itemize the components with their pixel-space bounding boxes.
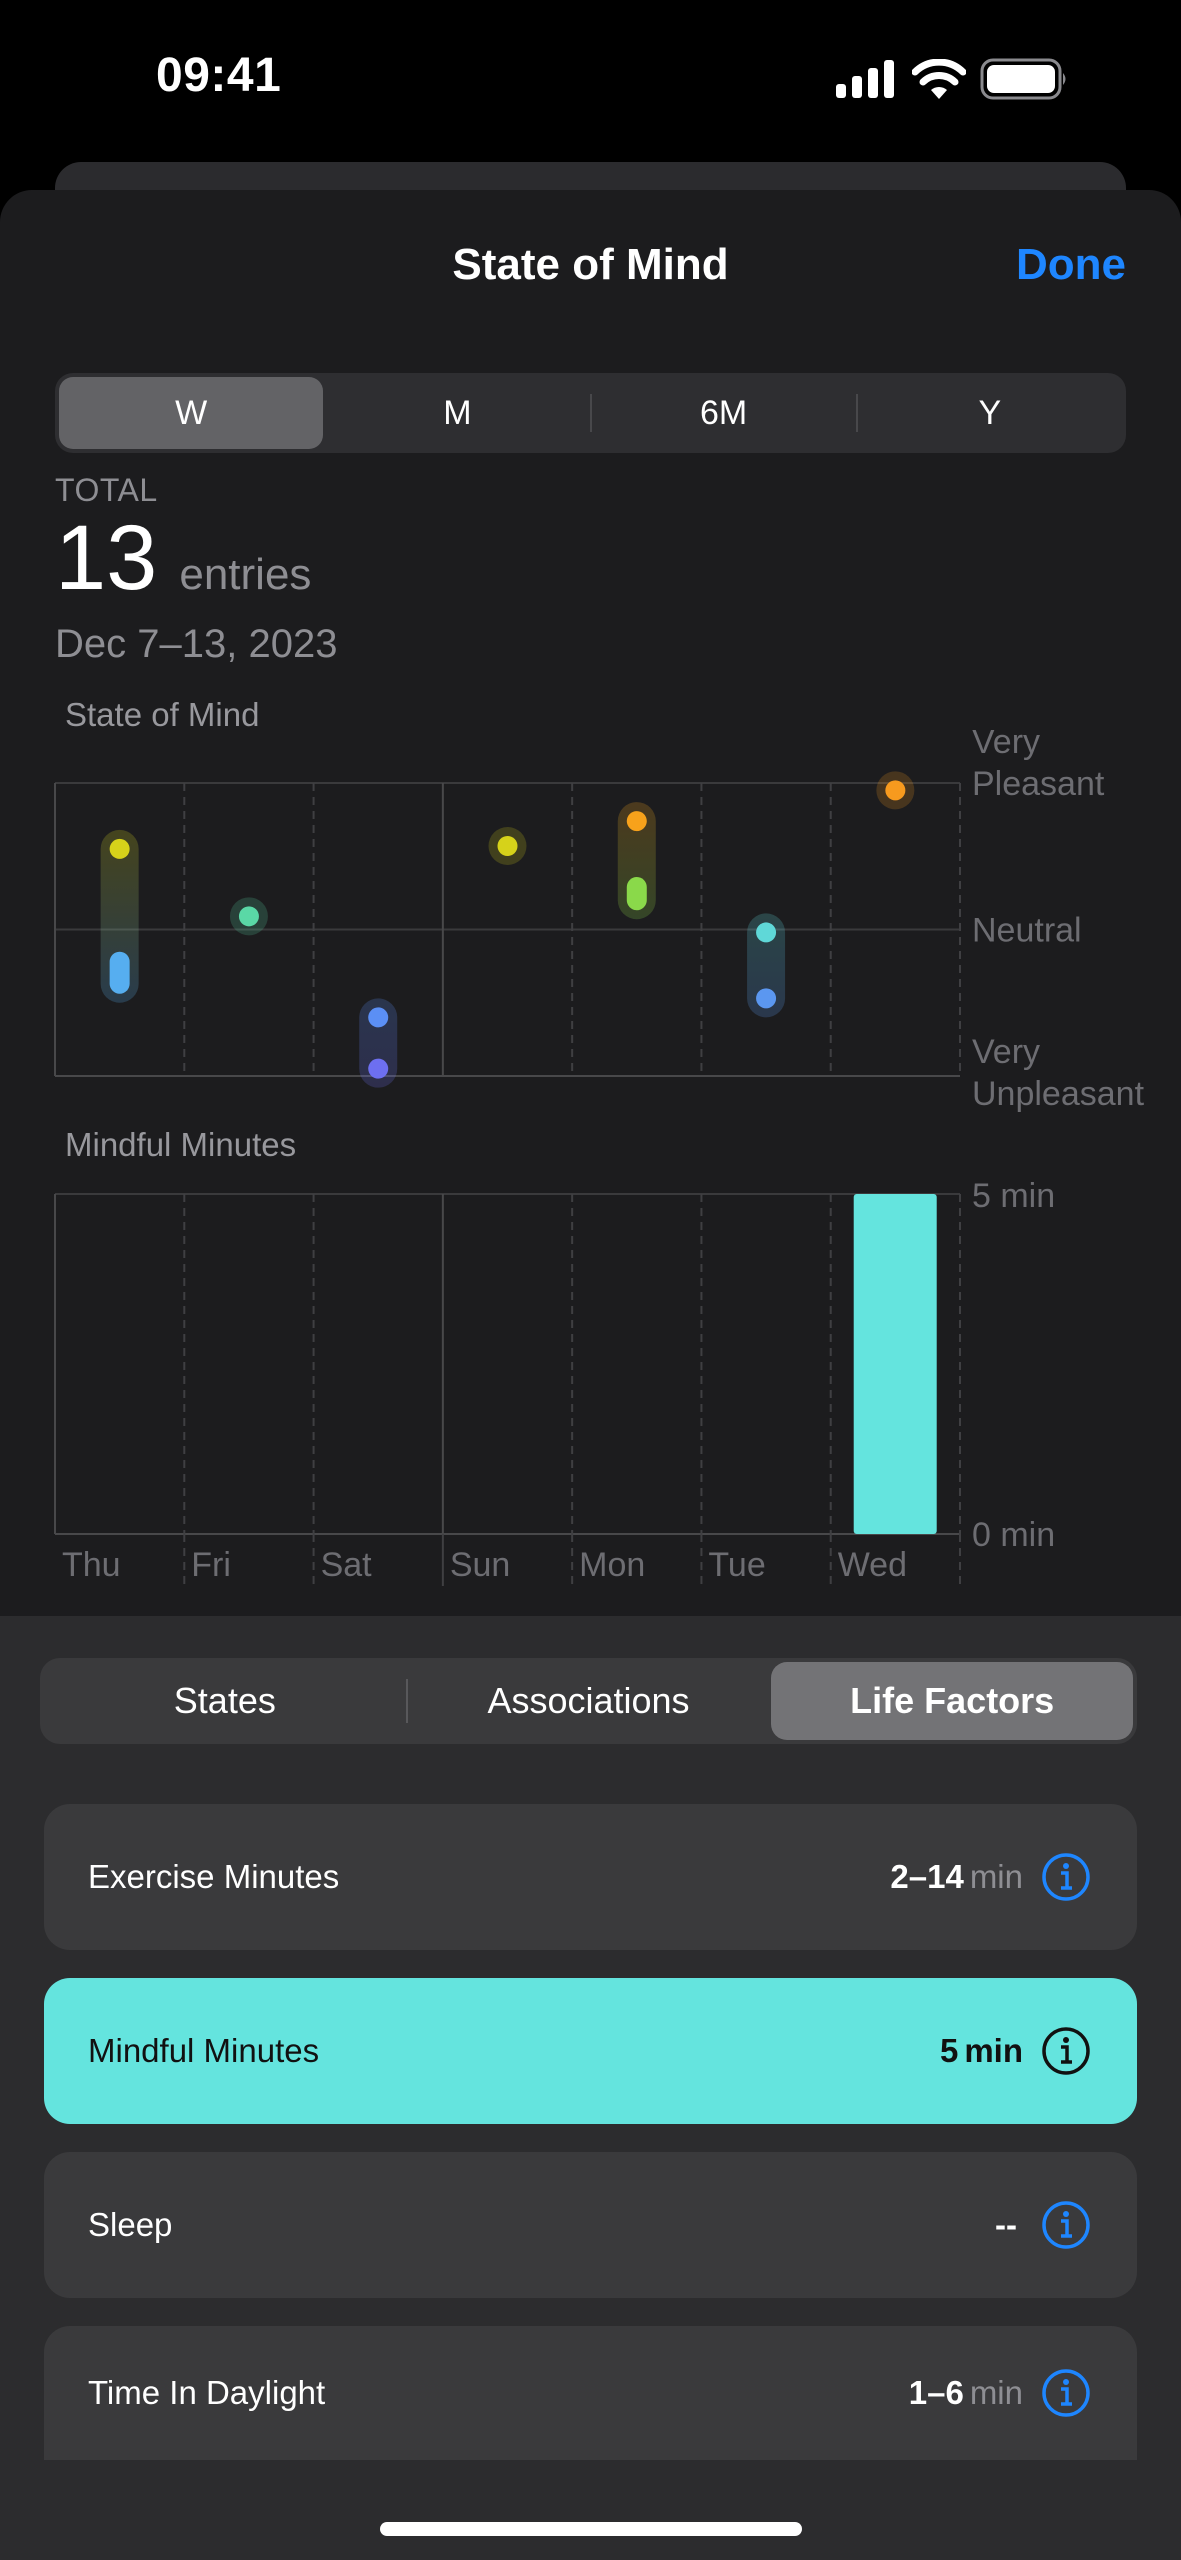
y-label-very-pleasant: Very Pleasant [972, 730, 1105, 803]
info-icon[interactable] [1041, 1852, 1091, 1902]
state-entry-dot [109, 838, 130, 859]
home-indicator[interactable] [380, 2522, 802, 2536]
value-unit: min [969, 2374, 1023, 2411]
x-tick-label: Fri [191, 1546, 231, 1584]
value-number: 2–14 [890, 1858, 964, 1895]
life-factor-sleep[interactable]: Sleep -- [44, 2152, 1137, 2298]
detail-segmented-control: States Associations Life Factors [40, 1658, 1137, 1744]
state-entry-dot [368, 1058, 389, 1079]
state-entry-dot [368, 1007, 389, 1028]
value-number: -- [995, 2206, 1017, 2243]
y-label-very-unpleasant: Very Unpleasant [972, 1033, 1145, 1113]
y-tick-label-min: 0 min [972, 1516, 1055, 1554]
range-tab-6-months[interactable]: 6M [592, 377, 856, 449]
x-tick-label: Tue [708, 1546, 765, 1584]
done-button[interactable]: Done [1016, 240, 1126, 290]
life-factor-exercise-minutes[interactable]: Exercise Minutes 2–14 min [44, 1804, 1137, 1950]
y-label-neutral: Neutral [972, 912, 1082, 950]
state-of-mind-sheet: State of Mind Done W M 6M Y TOTAL 13 ent… [0, 190, 1181, 2560]
tab-states[interactable]: States [44, 1662, 406, 1740]
status-bar: 09:41 [0, 0, 1181, 150]
range-tab-month[interactable]: M [325, 377, 589, 449]
cellular-signal-icon [836, 60, 894, 98]
x-tick-label: Sat [321, 1546, 373, 1584]
life-factor-value: -- [995, 2206, 1023, 2244]
x-tick-label: Sun [450, 1546, 511, 1584]
value-unit: min [969, 1858, 1023, 1895]
wifi-icon [912, 59, 966, 99]
life-factor-time-in-daylight[interactable]: Time In Daylight 1–6 min [44, 2326, 1137, 2460]
total-label: TOTAL [55, 472, 158, 508]
total-count: 13 [55, 507, 158, 609]
y-tick-label-max: 5 min [972, 1177, 1055, 1215]
status-time: 09:41 [156, 49, 282, 102]
info-icon[interactable] [1041, 2200, 1091, 2250]
total-summary: 13 entries [55, 512, 311, 604]
life-factor-value: 1–6 min [909, 2374, 1023, 2412]
life-factor-name: Mindful Minutes [88, 2032, 320, 2069]
life-factor-value: 5 min [940, 2032, 1023, 2070]
state-entry-dot [626, 811, 647, 832]
mindful-minutes-bar [853, 1194, 937, 1534]
status-icons [836, 58, 1068, 100]
state-entry-mark [109, 951, 130, 994]
x-tick-label: Wed [838, 1546, 907, 1584]
state-entry-dot [238, 906, 259, 927]
range-tab-year[interactable]: Y [858, 377, 1122, 449]
tab-life-factors[interactable]: Life Factors [771, 1662, 1134, 1740]
date-range: Dec 7–13, 2023 [55, 622, 338, 666]
mindful-minutes-chart-title: Mindful Minutes [65, 1126, 297, 1163]
life-factor-name: Exercise Minutes [88, 1858, 340, 1895]
value-number: 1–6 [908, 2374, 964, 2411]
tab-associations[interactable]: Associations [408, 1662, 770, 1740]
life-factor-value: 2–14 min [890, 1858, 1023, 1896]
state-entry-dot [497, 835, 518, 856]
sheet-title: State of Mind [452, 240, 729, 289]
life-factor-name: Sleep [88, 2206, 173, 2243]
state-entry-mark [626, 877, 647, 911]
time-range-segmented-control: W M 6M Y [55, 373, 1126, 453]
state-entry-dot [756, 988, 777, 1009]
value-unit: min [964, 2032, 1023, 2069]
x-tick-label: Thu [62, 1546, 121, 1584]
mindful-minutes-chart[interactable]: Thu Fri Sat Sun Mon Tue Wed 5 min 0 min [0, 1160, 1181, 1590]
life-factor-name: Time In Daylight [88, 2374, 326, 2411]
life-factor-mindful-minutes[interactable]: Mindful Minutes 5 min [44, 1978, 1137, 2124]
info-icon[interactable] [1041, 2368, 1091, 2418]
x-tick-label: Mon [579, 1546, 645, 1584]
battery-icon [980, 58, 1066, 100]
state-entry-dot [756, 922, 777, 943]
state-of-mind-chart-title: State of Mind [65, 696, 260, 733]
range-tab-week[interactable]: W [59, 377, 324, 449]
info-icon[interactable] [1041, 2026, 1091, 2076]
total-unit: entries [179, 550, 312, 599]
details-panel: States Associations Life Factors Exercis… [0, 1616, 1181, 2560]
value-number: 5 [939, 2032, 959, 2069]
state-entry-dot [885, 780, 906, 801]
